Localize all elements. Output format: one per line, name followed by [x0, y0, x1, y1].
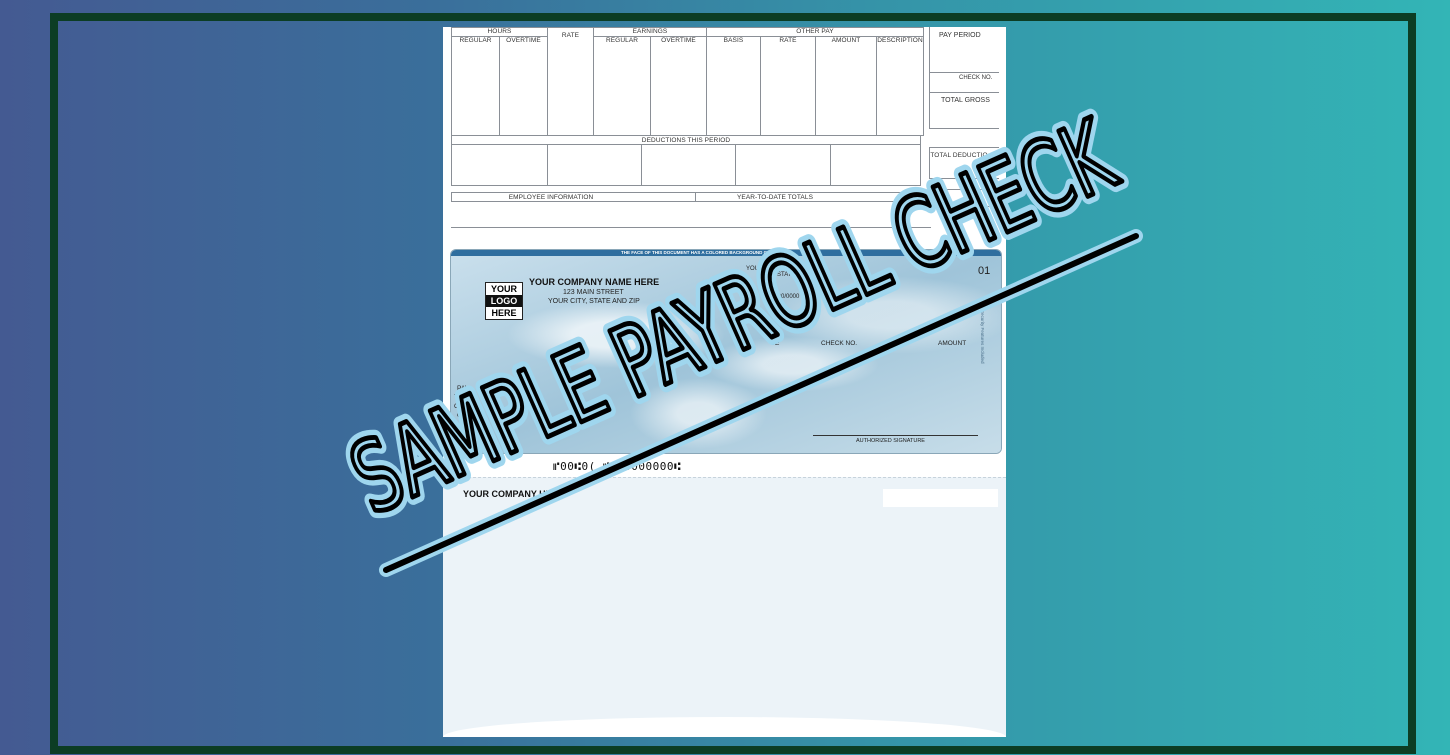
micr-line: ⑈00⑆0( ⑈000000000⑆ [553, 460, 682, 473]
total-gross-label: TOTAL GROSS [941, 97, 990, 104]
ytd-totals-label: YEAR-TO-DATE TOTALS [736, 194, 814, 201]
other-rate-label: RATE [779, 37, 797, 44]
basis-label: BASIS [723, 37, 744, 44]
company-logo: YOUR LOGO HERE [485, 282, 523, 320]
check-face: THE FACE OF THIS DOCUMENT HAS A COLORED … [450, 249, 1002, 454]
hours-regular-col [451, 36, 500, 136]
check-company-street: 123 MAIN STREET [563, 289, 624, 296]
payroll-check-document: HOURS REGULAR OVERTIME RATE EARNINGS REG… [443, 27, 1006, 737]
total-deductions-label: TOTAL DEDUCTIO [930, 152, 988, 159]
deduction-col-5 [830, 144, 921, 186]
net-box [929, 189, 999, 207]
bank-name-fragment-2: NE [799, 266, 808, 272]
deduction-col-4 [735, 144, 831, 186]
basis-col [706, 36, 761, 136]
net-label: NE [971, 194, 980, 200]
lower-stub: YOUR COMPANY HERE [443, 477, 1006, 737]
check-number-fragment: 01 [978, 265, 991, 277]
pay-stub: HOURS REGULAR OVERTIME RATE EARNINGS REG… [451, 27, 999, 242]
pay-period-label: PAY PERIOD [939, 32, 981, 39]
bank-zip-fragment: ZIP [809, 272, 819, 278]
deductions-label: DEDUCTIONS THIS PERIOD [641, 137, 731, 144]
description-col [876, 36, 924, 136]
earnings-overtime-label: OVERTIME [661, 37, 696, 44]
bank-name-fragment: YOU [746, 266, 760, 272]
hours-regular-label: REGULAR [459, 37, 492, 44]
rate-col [547, 27, 594, 136]
stub-separator [451, 227, 931, 228]
authorized-signature-label: AUTHORIZED SIGNATURE [856, 438, 925, 444]
pay-to-line-4: OF [457, 412, 467, 419]
amount-label: AMOUNT [831, 37, 861, 44]
hours-overtime-col [499, 36, 548, 136]
hours-overtime-label: OVERTIME [506, 37, 541, 44]
logo-line-1: YOUR [490, 284, 517, 294]
lower-company-name: YOUR COMPANY HERE [463, 489, 565, 499]
employee-info-label: EMPLOYEE INFORMATION [508, 194, 594, 201]
page-curl [443, 717, 1006, 737]
lower-info-box [883, 489, 998, 507]
amount-col [815, 36, 877, 136]
hours-label: HOURS [487, 28, 512, 35]
rate-label: RATE [561, 32, 580, 39]
perforation-line [443, 477, 1006, 478]
description-label: DESCRIPTION [877, 37, 923, 44]
pay-to-line-2: TO T [454, 394, 469, 401]
earnings-overtime-col [650, 36, 707, 136]
check-company-name: YOUR COMPANY NAME HERE [529, 277, 660, 287]
pay-to-line-1: PAY [457, 385, 470, 392]
signature-line [813, 435, 978, 436]
pay-to-line-3: ORDE [454, 403, 473, 410]
other-rate-col [760, 36, 816, 136]
amount-label: AMOUNT [938, 340, 967, 347]
deduction-col-3 [641, 144, 736, 186]
deduction-col-1 [451, 144, 548, 186]
bank-state-fragment: C STATE [771, 272, 796, 278]
earnings-regular-label: REGULAR [605, 37, 639, 44]
date-label-fragment: TE [771, 340, 780, 347]
check-no-label: CHECK NO. [959, 75, 993, 81]
earnings-label: EARNINGS [632, 28, 668, 35]
logo-line-3: HERE [491, 308, 517, 318]
check-company-city: YOUR CITY, STATE AND ZIP [548, 298, 640, 305]
earnings-regular-col [593, 36, 651, 136]
routing-fraction: 0-000/0000 [769, 294, 800, 300]
security-side-text: Security Features Included [980, 310, 985, 364]
check-banner-text: THE FACE OF THIS DOCUMENT HAS A COLORED … [621, 250, 780, 255]
logo-line-2: LOGO [486, 295, 522, 307]
check-no-label: CHECK NO. [821, 340, 858, 347]
other-pay-label: OTHER PAY [796, 28, 834, 35]
deduction-col-2 [547, 144, 642, 186]
